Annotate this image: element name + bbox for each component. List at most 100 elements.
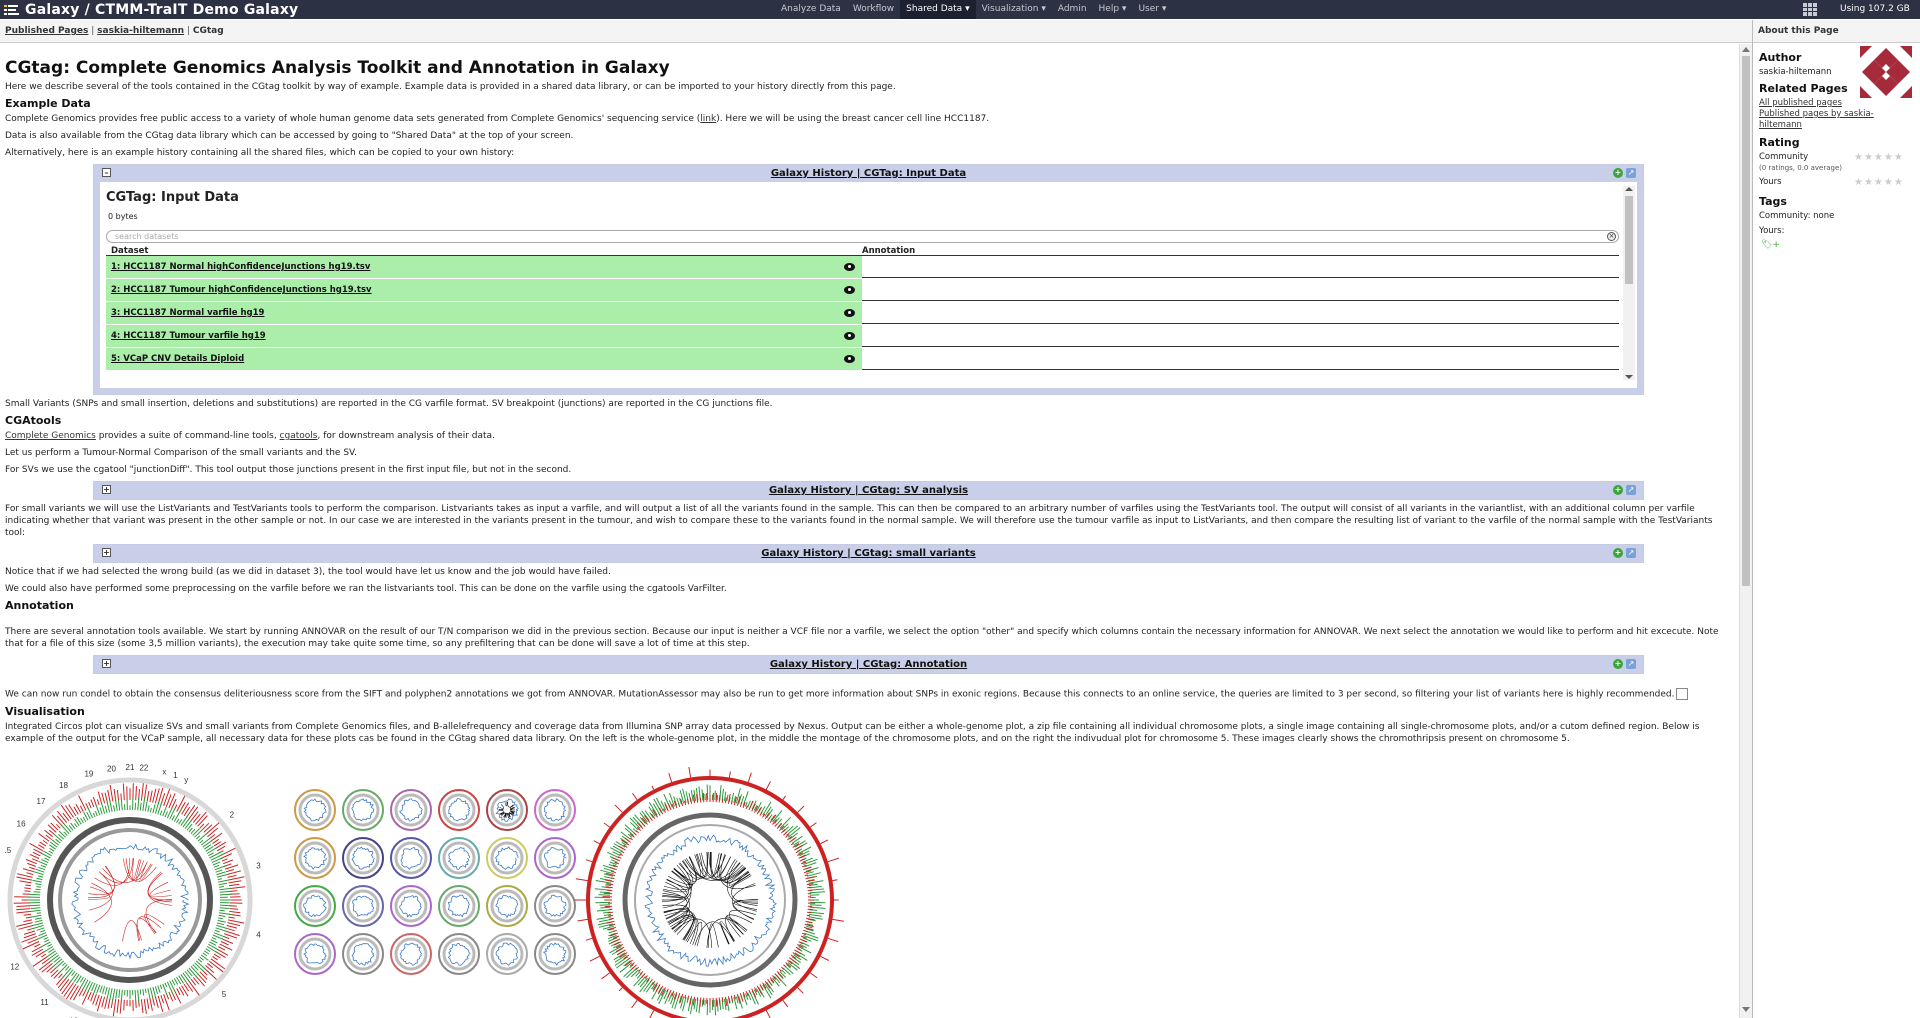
history-embed-title[interactable]: Galaxy History | CGTag: Input Data (94, 165, 1643, 182)
dataset-title[interactable]: 4: HCC1187 Tumour varfile hg19 (106, 325, 862, 347)
dataset-row: 5: VCaP CNV Details Diploid (106, 348, 1619, 371)
history-embed-title[interactable]: Galaxy History | CGtag: small variants (94, 545, 1643, 562)
nav-user[interactable]: User ▾ (1132, 0, 1172, 19)
history-embed-header: + Galaxy History | CGtag: small variants… (94, 545, 1643, 562)
view-history-icon[interactable]: ↗ (1626, 548, 1636, 558)
circos-chromosome-montage (294, 788, 576, 975)
scratchbook-grid-icon[interactable] (1803, 3, 1817, 16)
nav-visualization[interactable]: Visualization ▾ (976, 0, 1052, 19)
circos-plots-image: 12345610111213141516171819202122xy (5, 763, 844, 1018)
main-nav: Analyze Data Workflow Shared Data ▾ Visu… (775, 0, 1172, 19)
rating-label: Rating (1759, 136, 1800, 149)
page-title: CGtag: Complete Genomics Analysis Toolki… (5, 58, 670, 78)
page-scrollbar[interactable] (1739, 44, 1752, 1018)
right-panel: About this Page Author saskia-hiltemann … (1752, 20, 1920, 1018)
chromosome-plot-baf (303, 894, 327, 917)
chromosome-label: 22 (139, 763, 148, 772)
eye-icon[interactable] (844, 286, 855, 294)
cgatools-link[interactable]: cgatools (280, 431, 318, 441)
text: provides a suite of command-line tools, (95, 431, 280, 441)
nav-analyze-data[interactable]: Analyze Data (775, 0, 847, 19)
scroll-down-icon[interactable] (1742, 1007, 1750, 1012)
history-embed-header: – Galaxy History | CGTag: Input Data + ↗ (94, 165, 1643, 182)
nav-user-label: User (1138, 4, 1159, 14)
history-embed-title[interactable]: Galaxy History | CGtag: SV analysis (94, 482, 1643, 499)
circos-chromosome-5-plot (574, 766, 844, 1018)
section-annotation: Annotation (5, 599, 74, 612)
clear-search-icon[interactable]: × (1607, 232, 1616, 241)
expand-toggle-icon[interactable]: + (102, 659, 111, 668)
chromosome-label: 5 (222, 990, 227, 999)
baf-track (71, 842, 190, 959)
pages-by-author-link[interactable]: Published pages by saskia-hiltemann (1759, 109, 1874, 130)
breadcrumb-user[interactable]: saskia-hiltemann (97, 26, 184, 36)
complete-genomics-link[interactable]: Complete Genomics (5, 431, 96, 441)
preprocessing-paragraph: We could also have performed some prepro… (5, 584, 727, 594)
dataset-title[interactable]: 3: HCC1187 Normal varfile hg19 (106, 302, 862, 324)
chromosome-label: 15 (5, 846, 12, 855)
eye-icon[interactable] (844, 332, 855, 340)
chromosome-label: 18 (59, 780, 68, 789)
view-history-icon[interactable]: ↗ (1626, 168, 1636, 178)
chromosome-plot-baf (351, 797, 375, 821)
community-rating: Community (0 ratings, 0.0 average) ★★★★★ (1759, 152, 1914, 174)
scroll-thumb[interactable] (1742, 56, 1750, 586)
import-history-icon[interactable]: + (1613, 659, 1623, 669)
eye-icon[interactable] (844, 263, 855, 271)
expand-toggle-icon[interactable]: + (102, 548, 111, 557)
chromosome-plot-baf (543, 846, 567, 868)
chromosome-plot-chords (498, 801, 516, 818)
nav-admin[interactable]: Admin (1052, 0, 1093, 19)
chr5-green-track (594, 783, 826, 1015)
history-embed-title[interactable]: Galaxy History | CGtag: Annotation (94, 656, 1643, 673)
dataset-name: 2: HCC1187 Tumour highConfidenceJunction… (111, 285, 372, 295)
view-history-icon[interactable]: ↗ (1626, 485, 1636, 495)
nav-workflow[interactable]: Workflow (847, 0, 900, 19)
import-history-icon[interactable]: + (1613, 548, 1623, 558)
expand-toggle-icon[interactable]: + (102, 485, 111, 494)
example-paragraph-3: Alternatively, here is an example histor… (5, 148, 515, 158)
small-variants-paragraph: For small variants we will use the ListV… (5, 504, 1713, 538)
chromosome-plot-baf (447, 942, 471, 966)
section-visualisation: Visualisation (5, 704, 85, 718)
view-history-icon[interactable]: ↗ (1626, 659, 1636, 669)
variants-paragraph: Small Variants (SNPs and small insertion… (5, 399, 773, 409)
collapse-toggle-icon[interactable]: – (102, 168, 111, 177)
dataset-title[interactable]: 1: HCC1187 Normal highConfidenceJunction… (106, 256, 862, 278)
community-rating-note: (0 ratings, 0.0 average) (1759, 164, 1842, 172)
dataset-title[interactable]: 2: HCC1187 Tumour highConfidenceJunction… (106, 279, 862, 301)
chromosome-plot-baf (303, 942, 327, 964)
history-embed-input-data: – Galaxy History | CGTag: Input Data + ↗… (93, 164, 1644, 395)
nav-visualization-label: Visualization (981, 4, 1039, 14)
brand[interactable]: Galaxy / CTMM-TraIT Demo Galaxy (4, 0, 298, 19)
eye-icon[interactable] (844, 309, 855, 317)
chromosome-plot-baf (303, 797, 327, 821)
history-panel: CGTag: Input Data 0 bytes search dataset… (100, 182, 1637, 388)
history-embed-header: + Galaxy History | CGtag: Annotation + ↗ (94, 656, 1643, 673)
nav-help[interactable]: Help ▾ (1093, 0, 1133, 19)
breadcrumb-published-pages[interactable]: Published Pages (5, 26, 88, 36)
dataset-title[interactable]: 5: VCaP CNV Details Diploid (106, 348, 862, 370)
sv-ring (58, 827, 202, 972)
nav-shared-data[interactable]: Shared Data ▾ (900, 0, 976, 19)
all-published-pages-link[interactable]: All published pages (1759, 98, 1842, 108)
right-panel-header: About this Page (1753, 20, 1920, 43)
caret-down-icon: ▾ (1158, 4, 1167, 14)
chromosome-label: 19 (84, 769, 93, 778)
add-tag-icon[interactable]: 🏷+ (1761, 240, 1780, 250)
intro-text: Here we describe several of the tools co… (5, 82, 896, 92)
eye-icon[interactable] (844, 355, 855, 363)
broken-image-placeholder (1676, 688, 1689, 700)
search-datasets-input[interactable]: search datasets × (106, 230, 1619, 243)
visualisation-paragraph: Integrated Circos plot can visualize SVs… (5, 721, 1700, 744)
chromosome-plot-baf (351, 942, 375, 966)
your-rating-stars[interactable]: ★★★★★ (1854, 177, 1904, 188)
import-history-icon[interactable]: + (1613, 485, 1623, 495)
chromosome-plot-track (442, 889, 476, 922)
scroll-up-icon[interactable] (1742, 47, 1750, 52)
chromosome-plot-baf (399, 797, 423, 821)
import-history-icon[interactable]: + (1613, 168, 1623, 178)
history-scrollbar[interactable] (1623, 186, 1635, 380)
cg-data-link[interactable]: link (700, 114, 716, 124)
chromosome-plot-baf (399, 942, 423, 966)
